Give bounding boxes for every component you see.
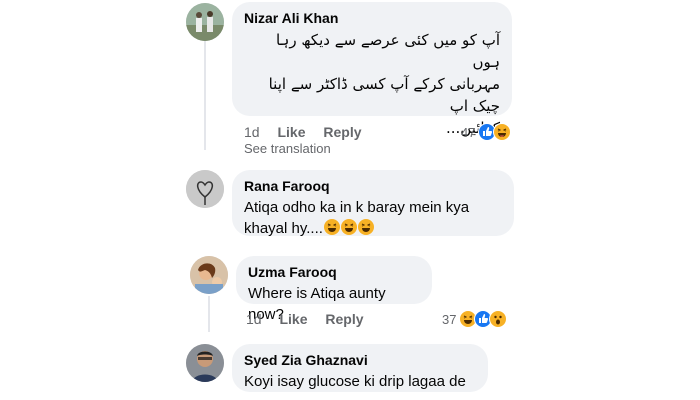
haha-emoji: [323, 219, 340, 235]
commenter-name[interactable]: Syed Zia Ghaznavi: [244, 352, 476, 368]
reply-button[interactable]: Reply: [323, 124, 361, 140]
like-button[interactable]: Like: [277, 124, 305, 140]
comment-text-line: مہربانی کرکے آپ کسی ڈاکٹر سے اپنا چیک اپ: [268, 75, 500, 115]
comment-actions: 1d Like Reply: [244, 124, 376, 140]
see-translation-link[interactable]: See translation: [244, 141, 500, 156]
commenter-name[interactable]: Nizar Ali Khan: [244, 10, 500, 26]
avatar[interactable]: [186, 170, 224, 208]
reaction-summary[interactable]: 37: [442, 310, 508, 328]
comment-bubble: Syed Zia Ghaznavi Koyi isay glucose ki d…: [232, 344, 488, 392]
like-button[interactable]: Like: [279, 311, 307, 327]
comment-time[interactable]: 1d: [246, 311, 262, 327]
reaction-count: 37: [442, 311, 457, 327]
comment-text-line: khayal hy....: [244, 220, 323, 237]
haha-emoji: [357, 219, 374, 235]
reaction-summary[interactable]: 47: [461, 123, 512, 141]
comment-text-line: Atiqa odho ka in k baray mein kya: [244, 199, 470, 216]
comment-time[interactable]: 1d: [244, 124, 260, 140]
reply-button[interactable]: Reply: [325, 311, 363, 327]
comment-text-line-2: khayal hy....: [244, 218, 502, 239]
haha-emoji: [340, 219, 357, 235]
comment-text-line: آپ کو میں کئی عرصے سے دیکھ رہا ہوں: [275, 31, 500, 71]
comment-text: Atiqa odho ka in k baray mein kya khayal…: [244, 197, 502, 239]
wow-icon: [489, 310, 508, 328]
comment-actions: 1d Like Reply: [246, 311, 378, 327]
avatar[interactable]: [190, 256, 228, 294]
comment-bubble: Nizar Ali Khan آپ کو میں کئی عرصے سے دیک…: [232, 2, 512, 156]
avatar[interactable]: [186, 344, 224, 382]
commenter-name[interactable]: Uzma Farooq: [248, 264, 420, 280]
reaction-count: 47: [461, 124, 476, 140]
thread-line: [204, 40, 206, 150]
comment-bubble: Rana Farooq Atiqa odho ka in k baray mei…: [232, 170, 514, 239]
comment-text: Koyi isay glucose ki drip lagaa de: [244, 373, 466, 390]
comment-bubble: Uzma Farooq Where is Atiqa aunty now?: [236, 256, 432, 323]
thread-line: [208, 296, 210, 332]
commenter-name[interactable]: Rana Farooq: [244, 178, 502, 194]
haha-icon: [493, 123, 512, 141]
avatar[interactable]: [186, 3, 224, 41]
